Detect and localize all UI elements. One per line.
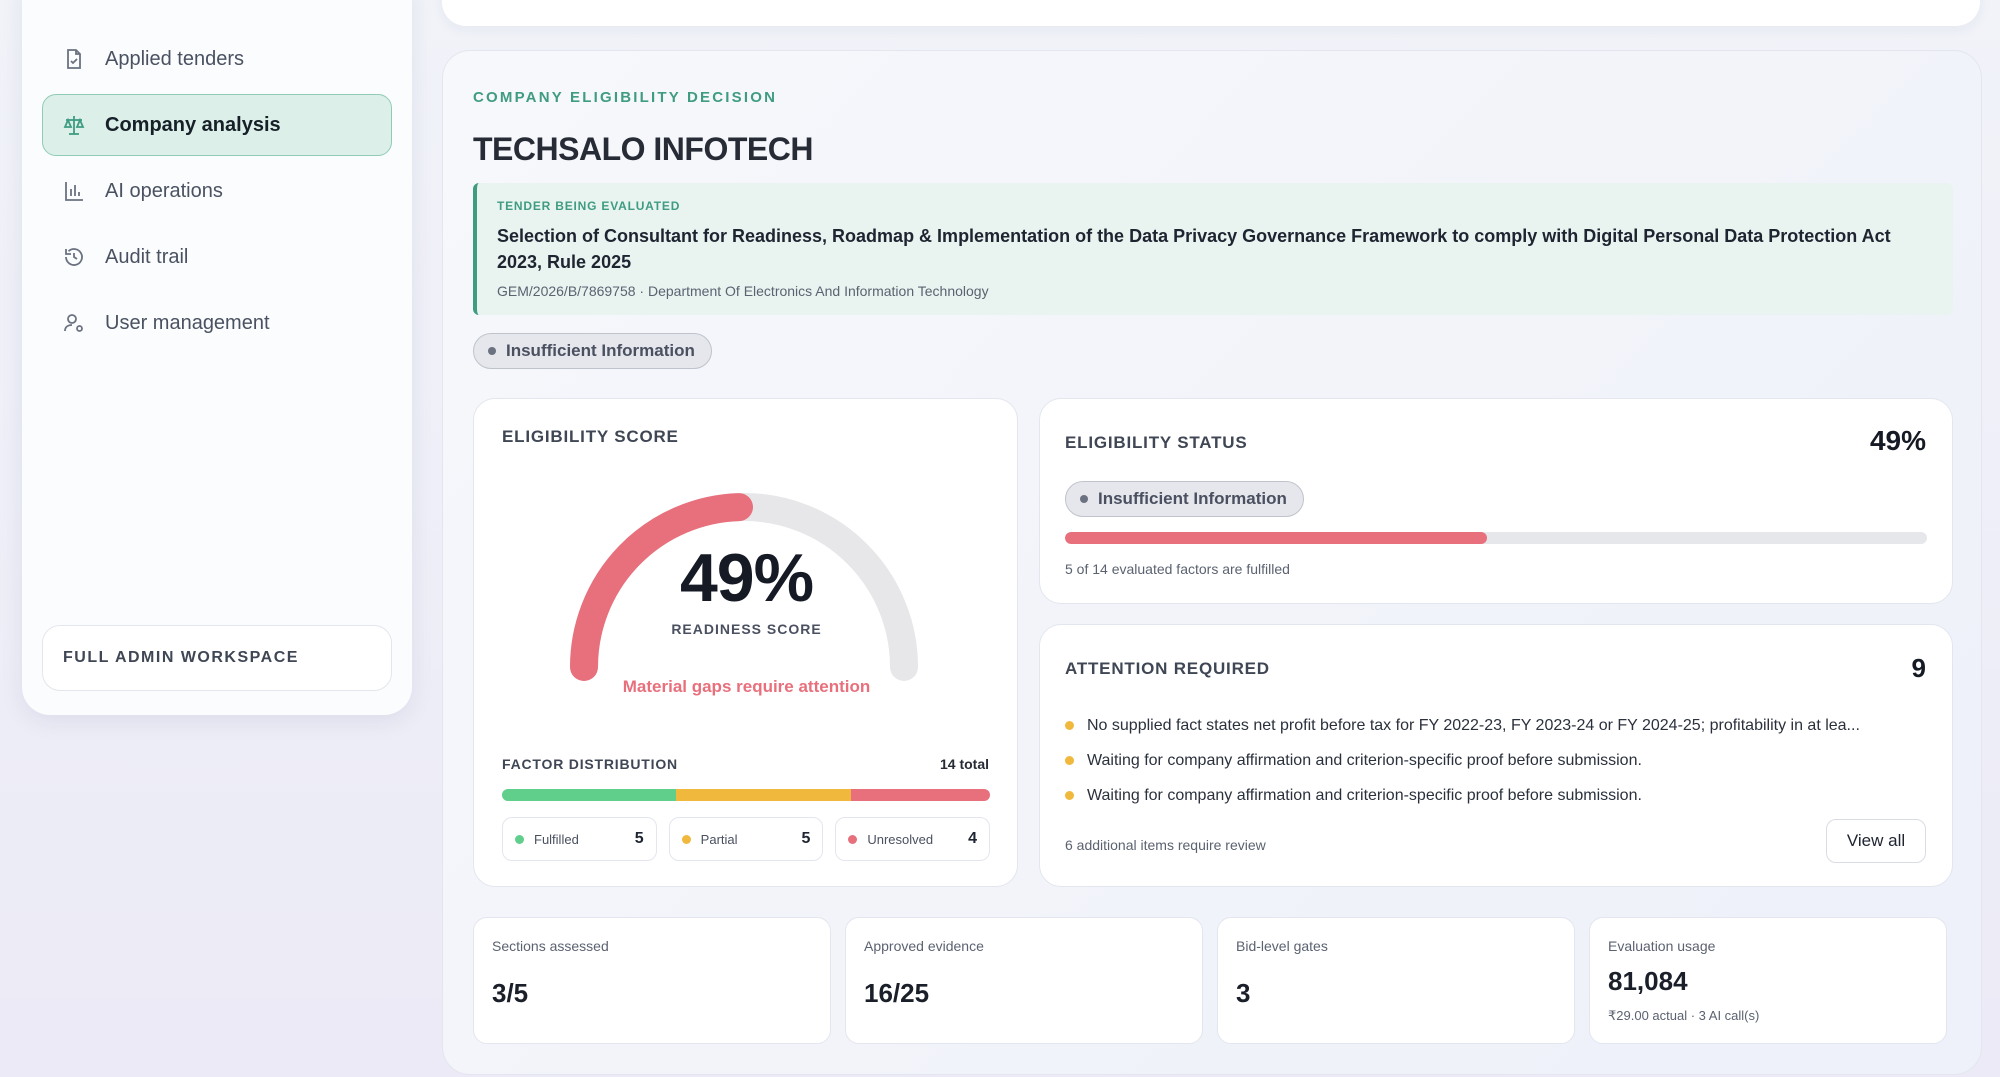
status-badge: Insufficient Information xyxy=(473,333,712,369)
legend-item-partial: Partial 5 xyxy=(668,817,824,861)
stat-value: 16/25 xyxy=(864,978,930,1008)
eligibility-panel: COMPANY ELIGIBILITY DECISION TECHSALO IN… xyxy=(442,50,1982,1075)
sidebar-item-label: Company analysis xyxy=(105,113,281,136)
legend-label: Fulfilled xyxy=(534,831,579,847)
attention-card-title: ATTENTION REQUIRED xyxy=(1065,659,1270,678)
sidebar-item-label: User management xyxy=(105,311,270,334)
sidebar-item-ai-operations[interactable]: AI operations xyxy=(42,160,392,222)
stat-sections-assessed: Sections assessed 3/5 xyxy=(473,917,831,1044)
status-progress-fill xyxy=(1065,532,1488,544)
status-progress-bar xyxy=(1065,532,1927,544)
sidebar-item-label: Audit trail xyxy=(105,245,189,268)
stat-label: Approved evidence xyxy=(864,938,984,954)
legend-item-fulfilled: Fulfilled 5 xyxy=(502,817,657,861)
attention-list: No supplied fact states net profit befor… xyxy=(1065,708,1935,813)
status-dot xyxy=(488,347,496,355)
attention-item-text: No supplied fact states net profit befor… xyxy=(1087,716,1860,734)
warning-dot xyxy=(1065,791,1074,800)
legend-dot xyxy=(681,834,691,844)
stat-label: Evaluation usage xyxy=(1608,938,1716,954)
scale-icon xyxy=(61,112,87,138)
attention-required-card: ATTENTION REQUIRED 9 No supplied fact st… xyxy=(1039,624,1953,887)
factor-distribution-total: 14 total xyxy=(939,756,989,772)
legend-label: Unresolved xyxy=(867,831,934,847)
stat-value: 3/5 xyxy=(492,978,529,1008)
distribution-segment-partial xyxy=(676,789,851,801)
history-icon xyxy=(61,244,87,270)
legend-count: 4 xyxy=(968,830,978,847)
stat-evaluation-usage: Evaluation usage 81,084 ₹29.00 actual · … xyxy=(1589,917,1947,1044)
file-icon xyxy=(61,46,87,72)
stat-value: 81,084 xyxy=(1608,966,1688,996)
status-percent: 49% xyxy=(1869,425,1926,456)
status-dot xyxy=(1080,495,1088,503)
eligibility-status-badge: Insufficient Information xyxy=(1065,481,1304,517)
readiness-alert: Material gaps require attention xyxy=(622,677,871,696)
admin-workspace-button[interactable]: FULL ADMIN WORKSPACE xyxy=(42,625,392,691)
top-panel xyxy=(442,0,1980,26)
distribution-segment-unresolved xyxy=(850,789,990,801)
sidebar-item-audit-trail[interactable]: Audit trail xyxy=(42,226,392,288)
stat-sub: ₹29.00 actual · 3 AI call(s) xyxy=(1608,1008,1760,1023)
sidebar-item-label: Applied tenders xyxy=(105,47,244,70)
readiness-score-caption: READINESS SCORE xyxy=(671,621,822,637)
list-item[interactable]: Waiting for company affirmation and crit… xyxy=(1065,743,1935,778)
legend-item-unresolved: Unresolved 4 xyxy=(835,817,991,861)
tender-eyebrow: TENDER BEING EVALUATED xyxy=(497,199,681,213)
list-item[interactable]: Waiting for company affirmation and crit… xyxy=(1065,778,1935,813)
factor-distribution-title: FACTOR DISTRIBUTION xyxy=(502,756,678,772)
status-badge-label: Insufficient Information xyxy=(506,341,695,360)
sidebar-item-company-analysis[interactable]: Company analysis xyxy=(42,94,392,156)
sidebar: Applied tenders Company analysis AI oper… xyxy=(22,0,412,715)
attention-more-note: 6 additional items require review xyxy=(1065,837,1266,853)
sidebar-item-user-management[interactable]: User management xyxy=(42,292,392,354)
eligibility-status-card: ELIGIBILITY STATUS 49% Insufficient Info… xyxy=(1039,398,1953,604)
sidebar-nav: Applied tenders Company analysis AI oper… xyxy=(42,28,392,358)
stat-label: Bid-level gates xyxy=(1236,938,1328,954)
bar-chart-icon xyxy=(61,178,87,204)
tender-box: TENDER BEING EVALUATED Selection of Cons… xyxy=(473,183,1953,315)
legend-dot xyxy=(848,834,858,844)
status-note: 5 of 14 evaluated factors are fulfilled xyxy=(1065,561,1290,577)
sidebar-item-applied-tenders[interactable]: Applied tenders xyxy=(42,28,392,90)
warning-dot xyxy=(1065,756,1074,765)
legend-label: Partial xyxy=(700,831,738,847)
factor-distribution-bar xyxy=(502,789,990,801)
stat-approved-evidence: Approved evidence 16/25 xyxy=(845,917,1203,1044)
attention-item-text: Waiting for company affirmation and crit… xyxy=(1087,786,1642,804)
score-card-title: ELIGIBILITY SCORE xyxy=(502,427,679,446)
attention-count: 9 xyxy=(1911,653,1926,683)
status-badge-label: Insufficient Information xyxy=(1098,489,1287,508)
legend-count: 5 xyxy=(634,830,644,847)
stat-label: Sections assessed xyxy=(492,938,609,954)
eligibility-score-card: ELIGIBILITY SCORE 49% READINESS SCORE Ma… xyxy=(473,398,1018,887)
status-card-title: ELIGIBILITY STATUS xyxy=(1065,433,1248,452)
tender-title: Selection of Consultant for Readiness, R… xyxy=(497,226,1891,272)
stat-bid-level-gates: Bid-level gates 3 xyxy=(1217,917,1575,1044)
tender-meta: GEM/2026/B/7869758 · Department Of Elect… xyxy=(497,283,989,299)
view-all-button[interactable]: View all xyxy=(1826,819,1926,863)
company-name: TECHSALO INFOTECH xyxy=(473,131,813,167)
list-item[interactable]: No supplied fact states net profit befor… xyxy=(1065,708,1935,743)
section-eyebrow: COMPANY ELIGIBILITY DECISION xyxy=(473,89,778,106)
factor-legend: Fulfilled 5 Partial 5 Unresolved 4 xyxy=(502,817,991,861)
stat-value: 3 xyxy=(1236,978,1251,1008)
attention-item-text: Waiting for company affirmation and crit… xyxy=(1087,751,1642,769)
warning-dot xyxy=(1065,721,1074,730)
readiness-score-value: 49% xyxy=(679,540,814,616)
sidebar-item-label: AI operations xyxy=(105,179,223,202)
distribution-segment-fulfilled xyxy=(502,789,677,801)
legend-count: 5 xyxy=(801,830,811,847)
legend-dot xyxy=(515,834,524,844)
user-gear-icon xyxy=(61,310,87,336)
